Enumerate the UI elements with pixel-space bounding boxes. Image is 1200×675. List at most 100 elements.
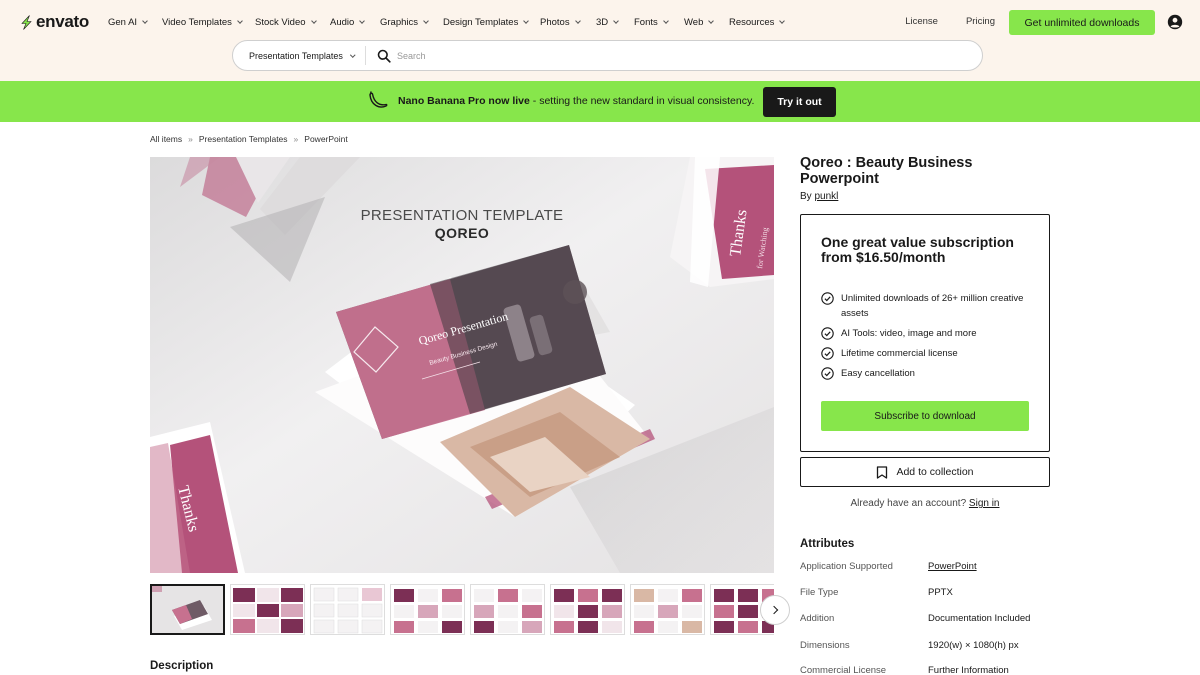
search-input[interactable]: [397, 50, 957, 61]
add-to-collection-button[interactable]: Add to collection: [800, 457, 1050, 487]
attribute-row: Dimensions 1920(w) × 1080(h) px: [800, 640, 1060, 651]
item-title: Qoreo : Beauty Business Powerpoint: [800, 155, 973, 187]
promo-banner: Nano Banana Pro now live - setting the n…: [0, 81, 1200, 122]
attribute-row: Addition Documentation Included: [800, 613, 1060, 624]
feature-item: Unlimited downloads of 26+ million creat…: [821, 291, 1031, 321]
nav-web[interactable]: Web: [684, 14, 729, 30]
get-unlimited-downloads-button[interactable]: Get unlimited downloads: [1009, 10, 1155, 35]
attribute-row: Commercial License Further Information: [800, 665, 1060, 675]
feature-text: Lifetime commercial license: [841, 348, 958, 359]
nav-gen-ai[interactable]: Gen AI: [108, 14, 162, 30]
nav-label: Gen AI: [108, 16, 138, 28]
nav-video-templates[interactable]: Video Templates: [162, 14, 255, 30]
attribute-value: Documentation Included: [928, 613, 1031, 624]
feature-text: Easy cancellation: [841, 368, 915, 379]
promo-bold-text: Nano Banana Pro now live: [398, 95, 530, 107]
nav-label: Video Templates: [162, 16, 232, 28]
try-it-out-button[interactable]: Try it out: [763, 87, 836, 117]
chevron-down-icon: [142, 18, 148, 24]
breadcrumb-separator: »: [293, 134, 299, 144]
attributes-heading: Attributes: [800, 538, 855, 550]
add-to-collection-label: Add to collection: [896, 466, 974, 478]
logo-text: envato: [36, 12, 89, 31]
attribute-key: Addition: [800, 613, 835, 624]
feature-item: AI Tools: video, image and more: [821, 326, 1031, 341]
site-header: envato Gen AI Video Templates Stock Vide…: [0, 0, 1200, 81]
search-category-label: Presentation Templates: [249, 50, 343, 61]
breadcrumb-powerpoint[interactable]: PowerPoint: [304, 134, 347, 144]
check-circle-icon: [821, 367, 834, 380]
envato-logo[interactable]: envato: [20, 12, 89, 32]
license-link[interactable]: License: [905, 16, 938, 27]
chevron-down-icon: [613, 18, 619, 24]
main-nav: Gen AI Video Templates Stock Video Audio…: [108, 14, 791, 30]
chevron-down-icon: [310, 18, 317, 24]
thumbnail-image: [631, 585, 704, 634]
feature-item: Easy cancellation: [821, 366, 1031, 381]
preview-heading: PRESENTATION TEMPLATE: [360, 207, 564, 224]
thumbnail-image: [231, 585, 304, 634]
thumbnail[interactable]: [390, 584, 465, 635]
subscription-title: One great value subscription from $16.50…: [821, 234, 1014, 265]
nav-label: Design Templates: [443, 16, 519, 28]
search-icon[interactable]: [377, 49, 391, 63]
chevron-down-icon: [350, 52, 356, 57]
thumbnail[interactable]: [230, 584, 305, 635]
bookmark-icon: [877, 465, 888, 479]
chevron-down-icon: [574, 18, 581, 24]
breadcrumb-all-items[interactable]: All items: [150, 134, 182, 144]
subscribe-to-download-button[interactable]: Subscribe to download: [821, 401, 1029, 431]
item-preview-image[interactable]: Qoreo Presentation Beauty Business Desig…: [150, 157, 774, 573]
check-circle-icon: [821, 327, 834, 340]
check-circle-icon: [821, 292, 834, 305]
attribute-key: File Type: [800, 587, 839, 598]
thumbnail[interactable]: [310, 584, 385, 635]
sign-in-link[interactable]: Sign in: [969, 498, 1000, 509]
item-author-line: By punkl: [800, 191, 838, 202]
nav-fonts[interactable]: Fonts: [634, 14, 684, 30]
thumbnail[interactable]: [470, 584, 545, 635]
search-category-select[interactable]: Presentation Templates: [233, 46, 366, 65]
chevron-down-icon: [423, 18, 429, 24]
author-link[interactable]: punkl: [814, 191, 838, 202]
nav-photos[interactable]: Photos: [540, 14, 596, 30]
chevron-down-icon: [662, 18, 669, 24]
banana-icon: [369, 91, 388, 108]
top-links: License Pricing: [905, 16, 995, 27]
nav-label: Resources: [729, 16, 775, 28]
nav-label: Stock Video: [255, 16, 306, 28]
attribute-value-link[interactable]: PowerPoint: [928, 561, 977, 572]
chevron-down-icon: [779, 18, 786, 24]
breadcrumb-presentation-templates[interactable]: Presentation Templates: [199, 134, 288, 144]
feature-text: Unlimited downloads of 26+ million creat…: [841, 293, 1024, 319]
thumbnail[interactable]: [550, 584, 625, 635]
attribute-value: PPTX: [928, 587, 953, 598]
nav-3d[interactable]: 3D: [596, 14, 634, 30]
nav-graphics[interactable]: Graphics: [380, 14, 443, 30]
nav-audio[interactable]: Audio: [330, 14, 380, 30]
thumbnail[interactable]: [150, 584, 225, 635]
account-text: Already have an account?: [850, 498, 967, 509]
nav-stock-video[interactable]: Stock Video: [255, 14, 330, 30]
nav-label: Photos: [540, 16, 570, 28]
nav-resources[interactable]: Resources: [729, 14, 791, 30]
chevron-down-icon: [708, 18, 715, 24]
promo-text: Nano Banana Pro now live - setting the n…: [398, 95, 754, 107]
thumbnail-image: [551, 585, 624, 634]
attribute-key: Commercial License: [800, 665, 887, 675]
thumbnail-strip: [150, 584, 774, 635]
nav-label: Fonts: [634, 16, 658, 28]
attribute-value-link[interactable]: Further Information: [928, 665, 1009, 675]
description-heading: Description: [150, 660, 214, 672]
nav-label: Web: [684, 16, 704, 28]
thumbnail[interactable]: [630, 584, 705, 635]
pricing-link[interactable]: Pricing: [966, 16, 995, 27]
preview-subheading: QOREO: [434, 225, 490, 241]
sign-in-prompt: Already have an account? Sign in: [800, 498, 1050, 509]
subscription-card: One great value subscription from $16.50…: [800, 214, 1050, 452]
nav-design-templates[interactable]: Design Templates: [443, 14, 540, 30]
attribute-key: Dimensions: [800, 640, 850, 651]
thumbnails-next-button[interactable]: [760, 595, 790, 625]
envato-leaf-icon: [21, 14, 32, 30]
user-account-icon[interactable]: [1167, 14, 1183, 30]
